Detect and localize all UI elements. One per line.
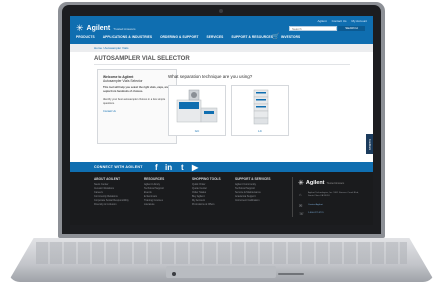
footer-column: SUPPORT & SERVICES Agilent Community Tec…: [235, 177, 271, 203]
welcome-text: Identify your best autosampler choices i…: [103, 98, 166, 105]
logo-tagline: Trusted Answers: [113, 26, 136, 31]
breadcrumb[interactable]: Home / Autosampler Vials: [94, 46, 128, 50]
feedback-tab[interactable]: Feedback: [366, 134, 373, 154]
lc-instrument-image: [253, 89, 269, 125]
footer-heading: RESOURCES: [144, 177, 165, 181]
main-nav: PRODUCTS APPLICATIONS & INDUSTRIES ORDER…: [76, 35, 300, 39]
location-icon: ⌂: [299, 192, 302, 197]
utility-links: Agilent Contact Us My Account: [317, 19, 367, 23]
laptop-screen: ✳ Agilent Trusted Answers Agilent Contac…: [70, 16, 373, 225]
cart-icon[interactable]: 🛒: [272, 33, 279, 40]
phone-icon: ☏: [299, 211, 305, 216]
technique-label: LC: [258, 129, 262, 133]
welcome-subheading: Autosampler Vials Selector: [103, 79, 143, 83]
footer-column: RESOURCES Agilent Library Technical Supp…: [144, 177, 164, 207]
twitter-icon[interactable]: t: [181, 163, 184, 172]
welcome-panel: Welcome to Agilent Autosampler Vials Sel…: [97, 69, 177, 144]
footer-address: Agilent Technologies, Inc. 5301 Stevens …: [308, 192, 359, 197]
site-footer: ABOUT AGILENT News Center Investor Relat…: [70, 172, 373, 225]
spark-icon: ✳: [298, 180, 304, 187]
side-slot: [278, 273, 304, 275]
footer-phone[interactable]: 1-800-227-9770: [308, 212, 324, 214]
logo-name: Agilent: [86, 25, 111, 32]
footer-column: SHOPPING TOOLS Quick Order Quote Center …: [192, 177, 221, 207]
footer-logo-name: Agilent: [305, 180, 325, 186]
spark-icon: ✳: [76, 23, 84, 33]
technique-card-gc[interactable]: GC: [168, 85, 226, 136]
footer-heading: ABOUT AGILENT: [94, 177, 121, 181]
search-button[interactable]: SEARCH: [338, 26, 365, 31]
nav-item[interactable]: ORDERING & SUPPORT: [160, 35, 198, 39]
contact-link[interactable]: Contact Us: [103, 110, 116, 113]
nav-item[interactable]: PRODUCTS: [76, 35, 95, 39]
technique-label: GC: [194, 129, 200, 133]
page-title: AUTOSAMPLER VIAL SELECTOR: [94, 56, 190, 62]
utility-link[interactable]: Contact Us: [332, 19, 347, 23]
keyboard: [36, 242, 407, 264]
footer-heading: SHOPPING TOOLS: [192, 177, 221, 181]
footer-contact[interactable]: Contact Agilent: [308, 204, 323, 206]
question-heading: What separation technique are you using?: [168, 74, 253, 79]
footer-logo[interactable]: ✳ Agilent Trusted Answers: [298, 179, 344, 187]
laptop-photo: ✳ Agilent Trusted Answers Agilent Contac…: [0, 0, 443, 285]
utility-link[interactable]: Agilent: [317, 19, 326, 23]
mail-icon: ✉: [299, 203, 303, 208]
divider: [94, 64, 350, 65]
footer-logo-tagline: Trusted Answers: [326, 181, 345, 185]
footer-column: ABOUT AGILENT News Center Investor Relat…: [94, 177, 129, 207]
utility-link[interactable]: My Account: [351, 19, 367, 23]
agilent-logo[interactable]: ✳ Agilent Trusted Answers: [76, 23, 136, 34]
footer-link[interactable]: Literature: [144, 203, 164, 207]
footer-heading: SUPPORT & SERVICES: [235, 177, 271, 181]
touchpad: [166, 266, 276, 278]
welcome-text: This tool will help you select the right…: [103, 86, 170, 93]
youtube-icon[interactable]: ▶: [192, 163, 198, 172]
footer-link[interactable]: Instrument Calibration: [235, 199, 271, 203]
gc-instrument-image: [176, 89, 218, 123]
footer-link[interactable]: Diversity & Inclusion: [94, 203, 129, 207]
nav-item[interactable]: SUPPORT & RESOURCES: [231, 35, 273, 39]
nav-item[interactable]: INVESTORS: [281, 35, 300, 39]
linkedin-icon[interactable]: in: [165, 163, 172, 172]
connect-bar: CONNECT WITH AGILENT f in t ▶: [70, 162, 373, 172]
search-input[interactable]: [289, 26, 337, 31]
technique-card-lc[interactable]: LC: [231, 85, 289, 136]
facebook-icon[interactable]: f: [155, 163, 158, 172]
connect-label: CONNECT WITH AGILENT: [94, 164, 143, 169]
footer-divider: [292, 177, 293, 217]
site-header: ✳ Agilent Trusted Answers Agilent Contac…: [70, 16, 373, 44]
webcam: [219, 9, 223, 13]
nav-item[interactable]: SERVICES: [207, 35, 224, 39]
nav-item[interactable]: APPLICATIONS & INDUSTRIES: [103, 35, 152, 39]
footer-link[interactable]: Promotions & Offers: [192, 203, 221, 207]
power-led: [172, 272, 176, 276]
